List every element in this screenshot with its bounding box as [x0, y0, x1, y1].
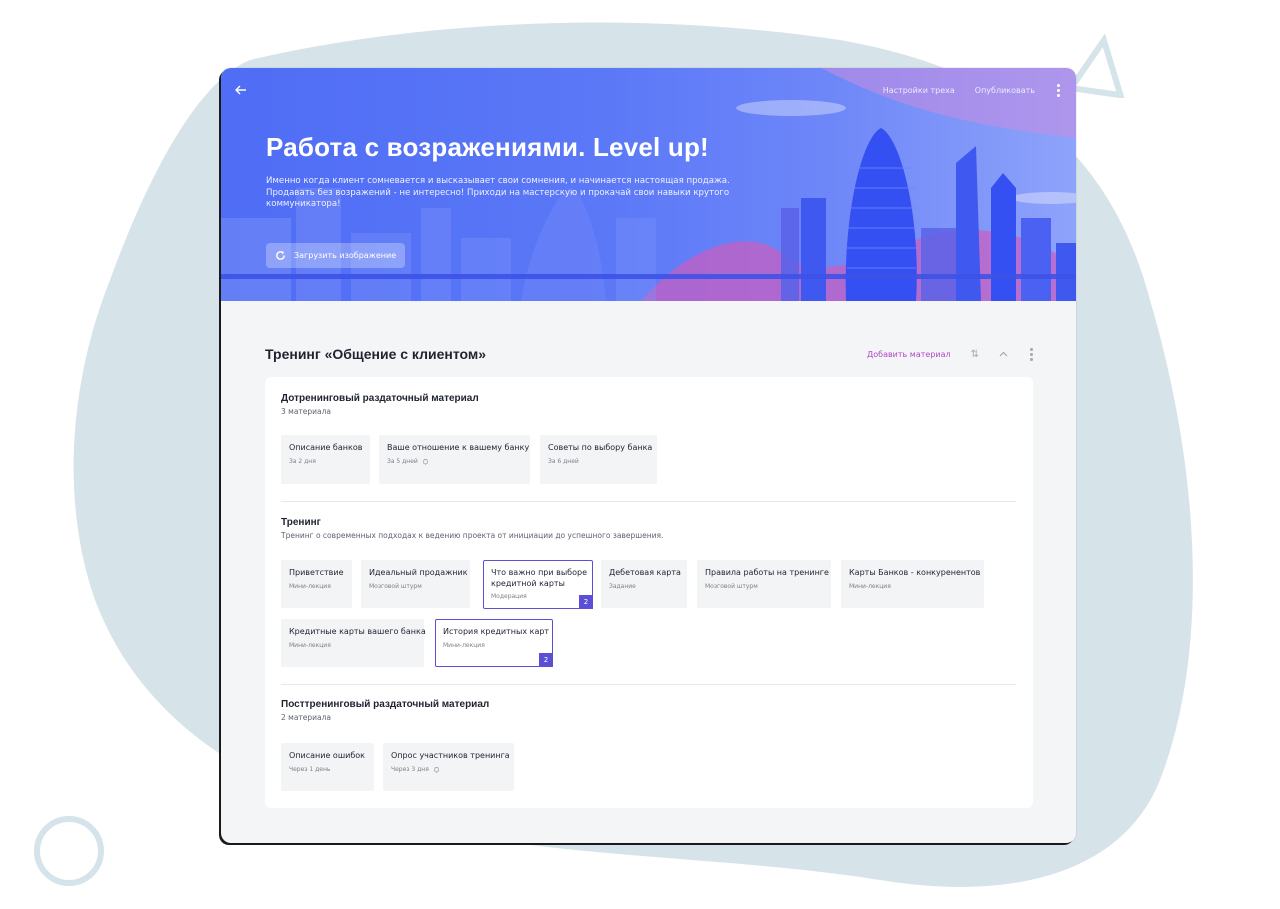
publish-link[interactable]: Опубликовать [975, 86, 1035, 95]
tile-title: Приветствие [289, 568, 344, 577]
section-kebab-icon[interactable] [1028, 348, 1035, 361]
tile-subtitle: Через 1 день [289, 766, 331, 773]
material-tile[interactable]: Карты Банков - конкуренентов Мини-лекция [841, 560, 984, 608]
upload-image-label: Загрузить изображение [294, 251, 397, 260]
tile-title: Ваше отношение к вашему банку [387, 443, 530, 452]
material-tile[interactable]: Советы по выбору банка За 6 дней [540, 435, 657, 484]
material-tile[interactable]: Описание банков За 2 дня [281, 435, 370, 484]
tile-title: Опрос участников тренинга [391, 751, 510, 760]
upload-image-button[interactable]: Загрузить изображение [266, 243, 405, 268]
tile-subtitle: Мини-лекция [289, 583, 331, 590]
divider [281, 501, 1016, 502]
tile-title: Правила работы на тренинге [705, 568, 829, 577]
tile-title: История кредитных карт [443, 627, 550, 636]
tile-title: Дебетовая карта [609, 568, 681, 577]
tile-subtitle: За 6 дней [548, 458, 579, 465]
tile-subtitle: Мозговой штурм [369, 583, 422, 590]
training-card: Дотренинговый раздаточный материал 3 мат… [265, 377, 1033, 808]
divider [281, 684, 1016, 685]
group-subtitle: 3 материала [281, 407, 332, 416]
refresh-icon [276, 250, 285, 260]
bell-icon [423, 459, 428, 465]
chevron-up-icon[interactable] [999, 350, 1008, 360]
group-pretraining: Дотренинговый раздаточный материал 3 мат… [281, 393, 1017, 416]
track-settings-link[interactable]: Настройки треха [883, 86, 955, 95]
material-tile[interactable]: Идеальный продажник Мозговой штурм [361, 560, 470, 608]
tile-title: Кредитные карты вашего банка [289, 627, 426, 636]
hero-banner: Настройки треха Опубликовать Работа с во… [221, 68, 1076, 301]
section-title: Тренинг «Общение с клиентом» [265, 346, 487, 362]
material-tile[interactable]: Описание ошибок Через 1 день [281, 743, 374, 791]
material-tile-selected[interactable]: Что важно при выборе кредитной карты Мод… [483, 560, 593, 609]
material-tile[interactable]: Дебетовая карта Задание [601, 560, 687, 608]
hero-title: Работа с возражениями. Level up! [266, 132, 709, 162]
bell-icon [434, 767, 439, 773]
tile-title: Карты Банков - конкуренентов [849, 568, 981, 577]
section-header: Тренинг «Общение с клиентом» Добавить ма… [265, 346, 1035, 366]
tile-subtitle: Мини-лекция [849, 583, 891, 590]
decorative-triangle [1070, 34, 1125, 98]
kebab-icon[interactable] [1055, 84, 1062, 97]
hero-description: Именно когда клиент сомневается и высказ… [266, 176, 730, 209]
tile-title: Описание банков [289, 443, 363, 452]
section-tools: Добавить материал ⇅ [867, 348, 1035, 361]
group-title: Дотренинговый раздаточный материал [281, 393, 479, 404]
tile-subtitle: Мозговой штурм [705, 583, 758, 590]
material-tile[interactable]: Ваше отношение к вашему банку За 5 дней [379, 435, 530, 484]
group-subtitle: 2 материала [281, 713, 332, 722]
material-tile[interactable]: Кредитные карты вашего банка Мини-лекция [281, 619, 426, 667]
group-title: Тренинг [281, 517, 321, 528]
sort-icon[interactable]: ⇅ [971, 349, 979, 360]
tile-title: Что важно при выборе [491, 568, 587, 577]
tile-title: Идеальный продажник [369, 568, 468, 577]
tile-subtitle: Мини-лекция [443, 642, 485, 649]
tile-subtitle: За 5 дней [387, 458, 418, 465]
count-badge: 2 [579, 595, 593, 609]
material-tile-selected[interactable]: История кредитных карт Мини-лекция 2 [435, 619, 553, 667]
app-window: Настройки треха Опубликовать Работа с во… [221, 68, 1076, 843]
tile-title: Описание ошибок [289, 751, 365, 760]
group-title: Посттренинговый раздаточный материал [281, 699, 490, 710]
tile-subtitle: Через 3 дня [391, 766, 429, 773]
tile-subtitle: Модерация [491, 593, 527, 600]
tile-subtitle: Мини-лекция [289, 642, 331, 649]
count-badge: 2 [539, 653, 553, 667]
tile-subtitle: Задание [609, 583, 636, 590]
material-tile[interactable]: Правила работы на тренинге Мозговой штур… [697, 560, 831, 608]
material-tile[interactable]: Опрос участников тренинга Через 3 дня [383, 743, 514, 791]
material-tile[interactable]: Приветствие Мини-лекция [281, 560, 352, 608]
tile-title-line2: кредитной карты [491, 579, 565, 588]
header-actions: Настройки треха Опубликовать [883, 84, 1062, 97]
group-subtitle: Тренинг о современных подходах к ведению… [281, 531, 664, 540]
back-arrow-icon[interactable] [235, 82, 255, 100]
tile-title: Советы по выбору банка [548, 443, 653, 452]
add-material-link[interactable]: Добавить материал [867, 350, 951, 359]
group-training: Тренинг Тренинг о современных подходах к… [281, 517, 1017, 540]
decorative-circle [34, 816, 104, 886]
tile-subtitle: За 2 дня [289, 458, 316, 465]
group-posttraining: Посттренинговый раздаточный материал 2 м… [281, 699, 1017, 722]
